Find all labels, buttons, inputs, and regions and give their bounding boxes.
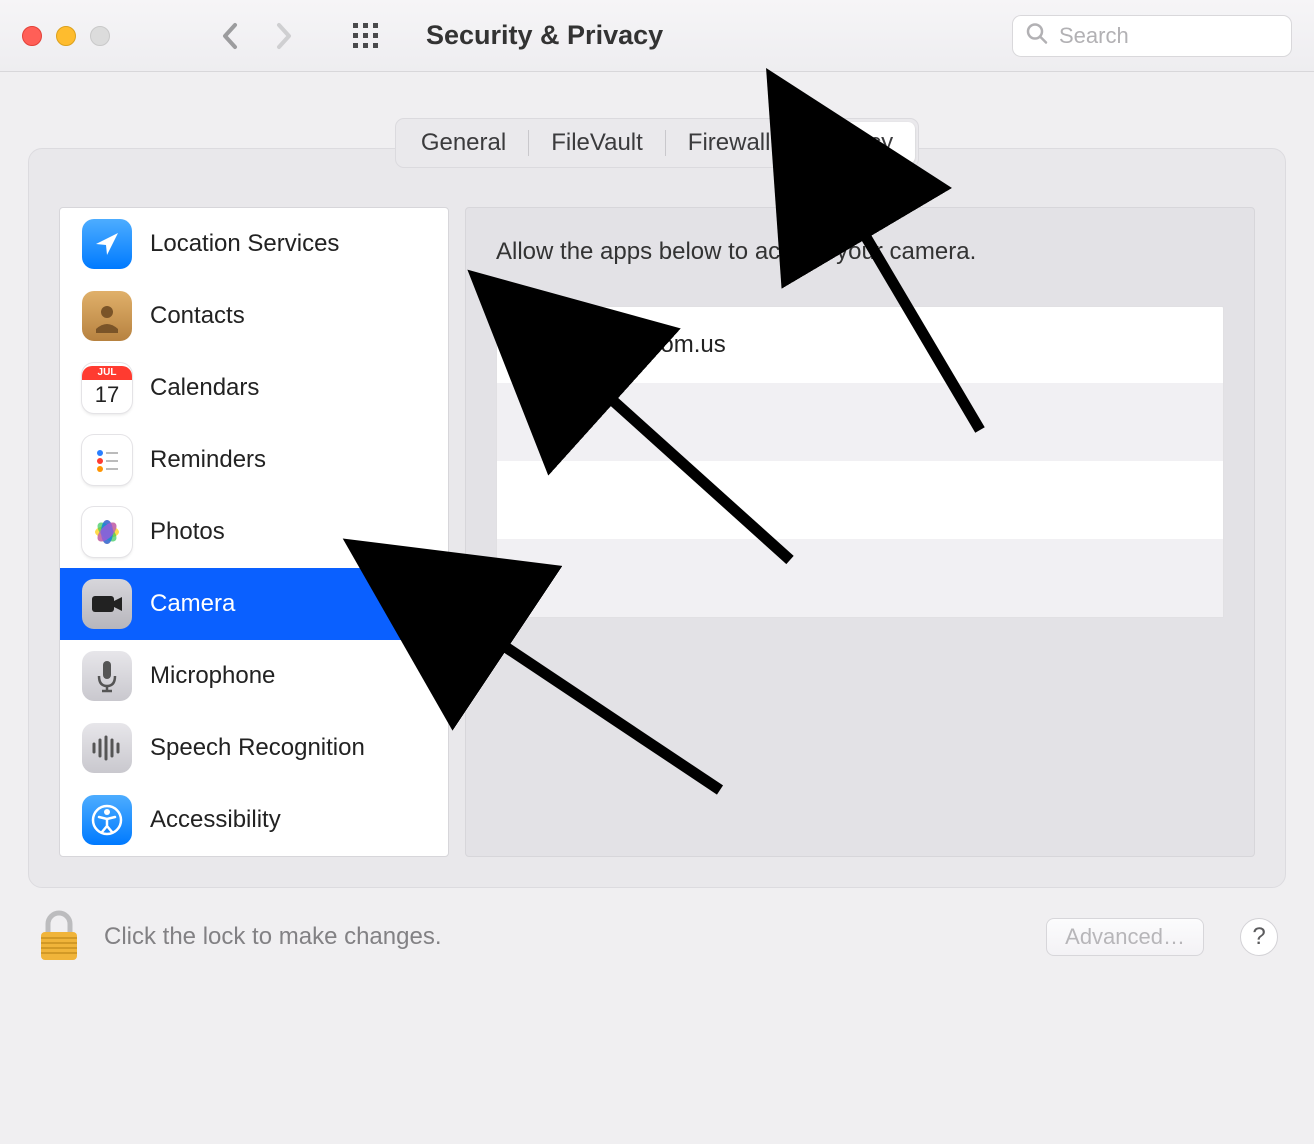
sidebar-item-camera[interactable]: Camera [60,568,448,640]
app-checkbox-zoom[interactable] [519,331,547,359]
search-icon [1026,22,1048,49]
tab-general[interactable]: General [399,122,528,164]
location-icon [82,219,132,269]
sidebar-item-label: Speech Recognition [150,734,365,762]
checkmark-icon [524,336,542,354]
main-panel: Location Services Contacts JUL 17 Calend… [28,148,1286,888]
sidebar-item-label: Calendars [150,374,259,402]
app-row-empty [497,539,1223,617]
help-button[interactable]: ? [1240,918,1278,956]
sidebar-item-label: Camera [150,590,235,618]
forward-button[interactable] [262,14,306,58]
app-row-empty [497,461,1223,539]
sidebar-item-label: Location Services [150,230,339,258]
sidebar-item-microphone[interactable]: Microphone [60,640,448,712]
sidebar-item-label: Contacts [150,302,245,330]
app-row-zoom[interactable]: zoom.us [497,307,1223,383]
chevron-left-icon [219,21,241,51]
tab-filevault[interactable]: FileVault [529,122,665,164]
show-all-button[interactable] [344,14,388,58]
traffic-lights [22,26,110,46]
calendar-icon: JUL 17 [82,363,132,413]
advanced-button[interactable]: Advanced… [1046,918,1204,956]
chevron-right-icon [273,21,295,51]
sidebar-item-photos[interactable]: Photos [60,496,448,568]
back-button[interactable] [208,14,252,58]
zoom-app-icon [567,321,615,369]
lock-icon[interactable] [36,910,82,964]
footer: Click the lock to make changes. Advanced… [0,888,1314,986]
photos-icon [82,507,132,557]
close-window-button[interactable] [22,26,42,46]
app-name-label: zoom.us [635,331,726,359]
app-row-empty [497,383,1223,461]
microphone-icon [82,651,132,701]
sidebar-item-accessibility[interactable]: Accessibility [60,784,448,856]
grid-icon [351,21,381,51]
lock-hint: Click the lock to make changes. [104,923,442,951]
sidebar-item-label: Microphone [150,662,275,690]
contacts-icon [82,291,132,341]
titlebar: Security & Privacy [0,0,1314,72]
content-pane: Allow the apps below to access your came… [465,207,1255,857]
content-heading: Allow the apps below to access your came… [496,238,1224,266]
window-title: Security & Privacy [426,20,663,51]
speech-icon [82,723,132,773]
tab-privacy[interactable]: Privacy [792,122,915,164]
sidebar-item-calendars[interactable]: JUL 17 Calendars [60,352,448,424]
sidebar-item-contacts[interactable]: Contacts [60,280,448,352]
sidebar-item-location[interactable]: Location Services [60,208,448,280]
sidebar-item-label: Accessibility [150,806,281,834]
accessibility-icon [82,795,132,845]
sidebar-item-reminders[interactable]: Reminders [60,424,448,496]
sidebar-item-speech[interactable]: Speech Recognition [60,712,448,784]
maximize-window-button [90,26,110,46]
tab-firewall[interactable]: Firewall [666,122,793,164]
reminders-icon [82,435,132,485]
tab-bar: General FileVault Firewall Privacy [395,118,919,168]
search-input[interactable] [1012,15,1292,57]
minimize-window-button[interactable] [56,26,76,46]
sidebar-item-label: Reminders [150,446,266,474]
sidebar-item-label: Photos [150,518,225,546]
privacy-category-list[interactable]: Location Services Contacts JUL 17 Calend… [59,207,449,857]
camera-icon [82,579,132,629]
app-permission-list[interactable]: zoom.us [496,306,1224,618]
